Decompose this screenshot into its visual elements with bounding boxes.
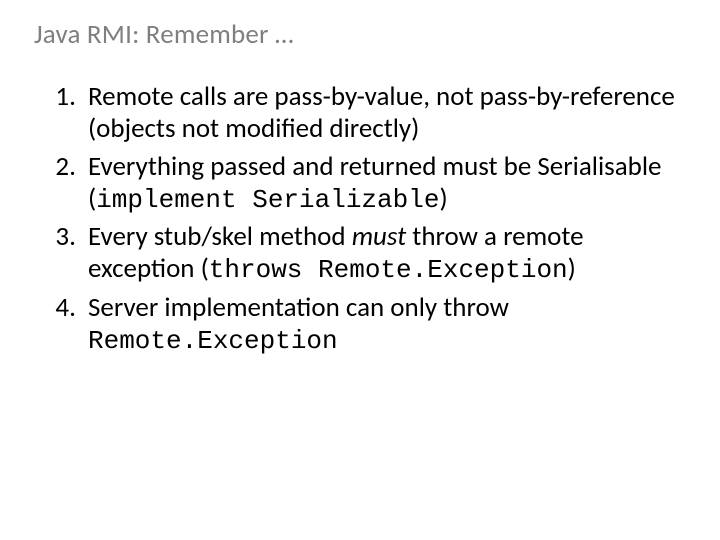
item-2-code: implement Serializable (96, 185, 439, 215)
list-item: Remote calls are pass-by-value, not pass… (82, 81, 678, 145)
item-3-text-e: ) (568, 252, 576, 285)
item-1-text: Remote calls are pass-by-value, not pass… (88, 80, 675, 145)
item-2-text-c: ) (439, 182, 447, 215)
slide: Java RMI: Remember … Remote calls are pa… (0, 0, 720, 540)
item-3-text-a: Every stub/skel method (88, 220, 352, 253)
list-item: Everything passed and returned must be S… (82, 151, 678, 216)
item-3-code: throws Remote.Exception (209, 255, 568, 285)
list-item: Server implementation can only throw Rem… (82, 292, 678, 357)
slide-title: Java RMI: Remember … (34, 18, 688, 51)
bullet-list: Remote calls are pass-by-value, not pass… (32, 81, 688, 356)
item-4-text: Server implementation can only throw (88, 291, 509, 324)
item-4-code: Remote.Exception (88, 326, 678, 357)
list-item: Every stub/skel method must throw a remo… (82, 221, 678, 286)
item-3-italic: must (352, 220, 407, 253)
